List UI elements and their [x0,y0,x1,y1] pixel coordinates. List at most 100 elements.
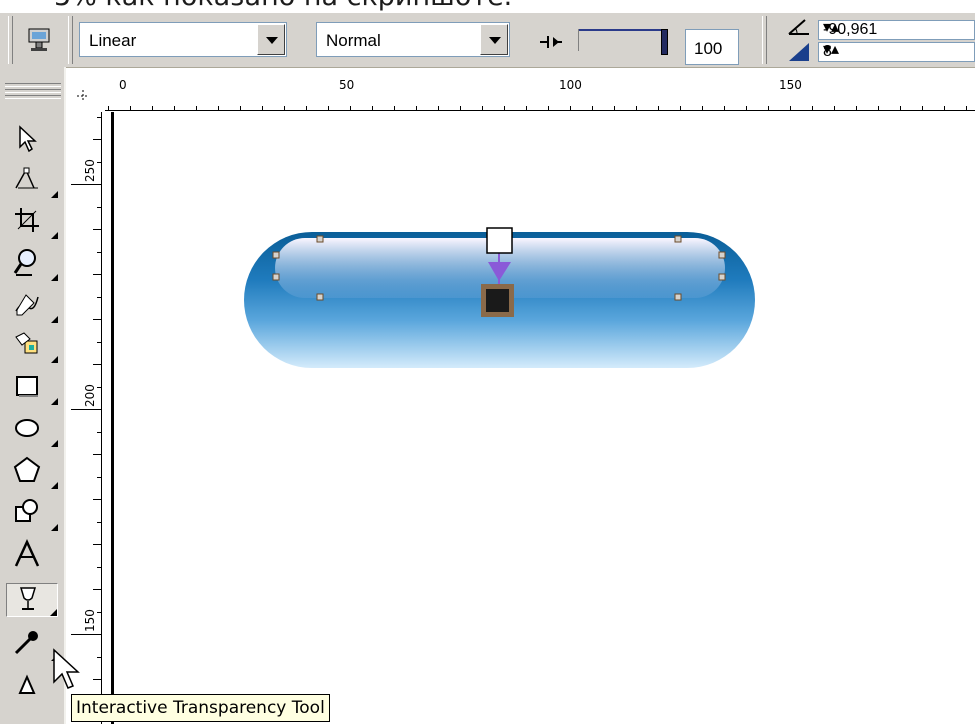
ruler-tick [438,106,440,110]
page-caption: 5% как показано на скриншоте. [0,0,975,13]
ruler-label: 150 [83,609,97,632]
text-a-icon [14,539,40,567]
flyout-arrow-icon[interactable] [51,232,58,239]
ruler-tick [592,106,594,110]
ruler-tick [526,106,528,110]
polygon-tool[interactable] [6,455,58,489]
slider-thumb[interactable] [661,29,668,55]
polygon-icon [13,456,41,482]
ruler-tick [71,634,101,635]
outline-tool[interactable] [6,669,58,703]
ruler-tick [416,106,418,110]
transparency-start-handle[interactable] [486,227,513,254]
smart-fill-icon [15,332,38,354]
midpoint-slider-icon [538,31,566,53]
ruler-tick [97,251,101,253]
ruler-tick [93,589,101,590]
ruler-tick [97,206,101,208]
ruler-tick [97,161,101,163]
ruler-tick [93,139,101,140]
magnifier-icon [13,249,36,276]
toolbox-grip[interactable] [5,89,61,93]
slider-track [578,29,662,31]
basic-shapes-icon [15,499,38,522]
ruler-tick [93,679,101,680]
flyout-arrow-icon[interactable] [51,398,58,405]
flyout-arrow-icon[interactable] [51,356,58,363]
toolbox [0,67,66,724]
flyout-arrow-icon[interactable] [51,482,58,489]
ruler-origin[interactable] [69,78,105,112]
crop-icon [15,208,39,232]
transparency-type-dropdown[interactable]: Linear [79,22,287,57]
ruler-tick [262,106,264,110]
transparency-end-handle[interactable] [486,289,509,312]
flyout-arrow-icon[interactable] [51,524,58,531]
ruler-tick [812,106,814,110]
eyedropper-tool[interactable] [6,627,58,661]
transparency-operation-value: Normal [326,31,381,50]
midpoint-value: 100 [694,39,723,58]
chevron-down-icon[interactable] [480,24,508,55]
ruler-tick [108,106,110,110]
transparency-operation-dropdown[interactable]: Normal [316,22,510,57]
tooltip: Interactive Transparency Tool [71,694,330,722]
toolbox-grip[interactable] [5,95,61,99]
ruler-tick [878,106,880,110]
spin-arrows-icon[interactable]: ▾▴ [823,20,839,36]
mouse-cursor-icon [53,648,80,689]
ruler-tick [130,106,132,110]
crop-tool[interactable] [6,205,58,239]
smart-fill-tool[interactable] [6,329,58,363]
flyout-arrow-icon[interactable] [51,316,58,323]
ruler-tick [97,656,101,658]
ruler-tick [174,106,176,110]
interactive-transparency-tool[interactable] [6,583,58,617]
ruler-tick [93,319,101,320]
freehand-tool[interactable] [6,289,58,323]
toolbar-separator [68,16,73,64]
ruler-tick [71,409,101,410]
text-tool[interactable] [6,539,58,573]
ruler-label: 150 [779,78,802,92]
flyout-arrow-icon[interactable] [51,274,58,281]
edge-pad-icon [785,39,813,63]
toolbox-grip[interactable] [5,83,61,87]
ruler-origin-icon [77,90,89,102]
rectangle-icon [16,376,38,397]
pick-tool[interactable] [6,124,58,158]
transparency-editor-icon[interactable] [25,25,55,55]
ellipse-tool[interactable] [6,413,58,447]
ruler-tick [768,106,770,110]
ruler-tick [856,106,858,110]
ruler-label: 200 [83,384,97,407]
ruler-tick [680,106,682,110]
slider-track-edge [578,29,579,51]
ruler-tick [93,499,101,500]
ruler-tick [372,106,374,110]
flyout-arrow-icon[interactable] [51,440,58,447]
outline-pen-icon [18,674,36,694]
vertical-ruler[interactable]: 250 200 150 [69,112,102,724]
flyout-arrow-icon[interactable] [50,609,57,616]
ruler-tick [350,106,352,110]
ruler-tick [97,566,101,568]
rectangle-tool[interactable] [6,371,58,405]
spin-arrows-icon[interactable]: ▾▴ [823,42,839,58]
shape-tool[interactable] [6,164,58,198]
flyout-arrow-icon[interactable] [51,191,58,198]
midpoint-slider[interactable] [578,29,668,57]
midpoint-value-field[interactable]: 100 [685,29,739,65]
transparency-type-value: Linear [89,31,137,50]
ruler-tick [966,106,968,110]
chevron-down-icon[interactable] [257,24,285,55]
horizontal-ruler[interactable]: 0 50 100 150 [105,78,975,111]
ruler-tick [284,106,286,110]
angle-field[interactable]: -90,961 ▾▴ [818,20,975,40]
ruler-tick [93,229,101,230]
zoom-tool[interactable] [6,247,58,281]
toolbar-grip[interactable] [8,16,13,64]
basic-shapes-tool[interactable] [6,497,58,531]
edge-pad-field[interactable]: 8 ▾▴ [818,42,975,62]
ruler-tick [900,106,902,110]
